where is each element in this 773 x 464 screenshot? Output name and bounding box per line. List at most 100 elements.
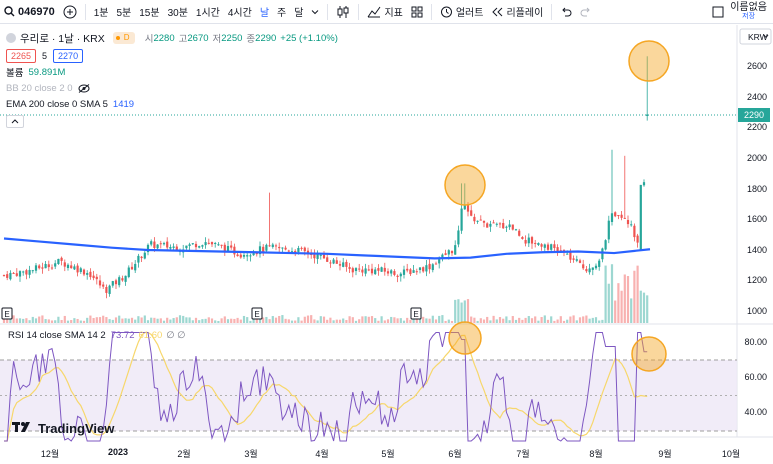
candle-body: [108, 285, 111, 294]
volume-bar: [463, 300, 466, 323]
volume-bar: [377, 320, 380, 323]
volume-bar: [34, 318, 38, 323]
volume-bar: [41, 315, 44, 323]
candle-body: [588, 268, 591, 273]
rsi-extra-values: ∅ ∅: [166, 329, 186, 341]
tradingview-logo[interactable]: TradingView: [12, 421, 114, 436]
earnings-marker[interactable]: E: [1, 307, 13, 320]
volume-bar: [44, 319, 47, 323]
volume-bar: [297, 317, 300, 323]
high-label: 고: [178, 34, 188, 45]
candle-body: [162, 243, 166, 245]
candle-body: [63, 262, 66, 267]
rsi-legend[interactable]: RSI 14 close SMA 14 2 73.72 61.60 ∅ ∅: [8, 327, 185, 343]
volume-bar: [498, 317, 502, 323]
quote-row: 2265 5 2270: [6, 48, 338, 64]
volume-bar: [582, 316, 585, 323]
volume-bar: [22, 318, 25, 323]
volume-bar: [28, 320, 31, 323]
candle-body: [41, 267, 44, 269]
earnings-marker[interactable]: E: [410, 307, 422, 320]
bb-row[interactable]: BB 20 close 2 0: [6, 80, 338, 96]
volume-bar: [226, 319, 230, 323]
candle-body: [383, 267, 386, 272]
volume-bar: [246, 317, 249, 323]
volume-bar: [524, 317, 527, 323]
candle-body: [457, 230, 460, 245]
volume-bar: [553, 320, 556, 323]
volume-bar: [169, 319, 172, 323]
volume-bar: [82, 320, 86, 323]
candle-body: [95, 276, 98, 280]
candle-body: [399, 273, 402, 277]
candle-body: [546, 244, 550, 250]
candle-body: [79, 268, 82, 272]
candle-body: [319, 254, 322, 256]
ask-button[interactable]: 2270: [53, 49, 84, 63]
volume-bar: [172, 318, 175, 323]
volume-bar: [329, 317, 332, 323]
candle-body: [86, 273, 89, 275]
candle-body: [614, 212, 617, 217]
volume-bar: [351, 317, 354, 323]
volume-row[interactable]: 볼륨 59.891M: [6, 64, 338, 80]
volume-bar: [495, 319, 498, 323]
volume-bar: [396, 318, 399, 323]
candle-body: [418, 267, 422, 271]
volume-bar: [108, 319, 111, 323]
candle-body: [322, 254, 326, 259]
candle-body: [348, 267, 351, 269]
time-tick: 2023: [107, 447, 129, 457]
candle-body: [105, 287, 108, 293]
candle-body: [207, 242, 210, 244]
volume-bar: [230, 318, 233, 323]
candle-body: [281, 247, 284, 249]
volume-bar: [473, 317, 476, 323]
volume-bar: [636, 265, 639, 323]
candle-body: [623, 217, 626, 219]
candle-body: [646, 114, 649, 116]
candle-body: [617, 214, 620, 217]
volume-bar: [361, 316, 364, 323]
candle-body: [556, 247, 559, 252]
candle-body: [601, 248, 604, 260]
volume-bar: [322, 316, 326, 323]
candle-body: [598, 260, 601, 267]
bid-button[interactable]: 2265: [6, 49, 37, 63]
candle-body: [582, 264, 585, 269]
volume-bar: [537, 320, 540, 323]
volume-bar: [242, 315, 246, 323]
volume-bar: [399, 318, 402, 323]
candle-body: [130, 266, 134, 270]
candle-body: [214, 242, 217, 244]
volume-bar: [617, 283, 620, 323]
ema-row[interactable]: EMA 200 close 0 SMA 5 1419: [6, 96, 338, 112]
candle-body: [572, 258, 575, 260]
volume-bar: [578, 317, 582, 323]
candle-body: [489, 223, 492, 227]
earnings-marker[interactable]: E: [251, 307, 263, 320]
candle-body: [537, 243, 540, 245]
volume-bar: [73, 318, 76, 323]
volume-bar: [252, 319, 255, 323]
rsi-axis[interactable]: 40.00 60.00 80.00: [737, 0, 773, 437]
low-label: 저: [212, 34, 222, 45]
rsi-tick: 80.00: [744, 337, 767, 347]
collapse-legend-button[interactable]: [6, 113, 338, 129]
volume-bar: [428, 318, 431, 323]
candle-body: [274, 245, 278, 247]
candle-body: [82, 269, 86, 275]
volume-bar: [79, 320, 82, 323]
eye-off-icon[interactable]: [78, 83, 90, 93]
volume-bar: [121, 318, 124, 323]
candle-body: [630, 224, 633, 226]
volume-bar: [18, 318, 22, 323]
volume-bar: [300, 320, 303, 323]
close-value: 2290: [255, 32, 277, 44]
symbol-title[interactable]: 우리로 · 1날 · KRX: [20, 31, 105, 46]
volume-bar: [457, 299, 460, 323]
volume-bar: [626, 276, 630, 323]
candle-body: [102, 284, 105, 287]
candle-body: [22, 271, 25, 273]
volume-bar: [319, 316, 322, 323]
